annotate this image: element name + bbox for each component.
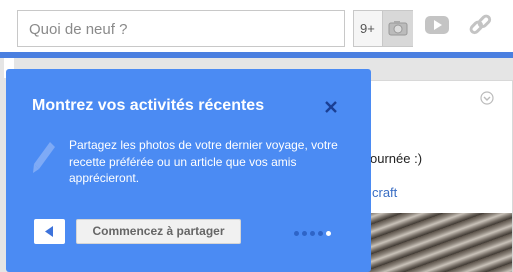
pencil-icon xyxy=(33,142,55,173)
pagination-dot[interactable] xyxy=(302,231,307,236)
camera-icon xyxy=(388,21,408,36)
photo-control[interactable]: 9+ xyxy=(353,10,413,47)
compose-bar: Quoi de neuf ? 9+ xyxy=(0,0,513,58)
accent-bar xyxy=(0,52,513,58)
pagination-dot[interactable] xyxy=(318,231,323,236)
pagination-dot[interactable] xyxy=(294,231,299,236)
post-photo[interactable] xyxy=(362,213,512,272)
count-badge: 9+ xyxy=(360,21,375,36)
panel-title: Montrez vos activités récentes xyxy=(32,97,265,114)
start-sharing-button[interactable]: Commencez à partager xyxy=(76,219,241,244)
link-icon[interactable] xyxy=(467,14,493,38)
compose-placeholder: Quoi de neuf ? xyxy=(29,21,128,38)
camera-button[interactable] xyxy=(382,11,413,46)
previous-button[interactable] xyxy=(34,219,65,244)
post-card: ournée :) craft xyxy=(361,80,513,272)
pagination-dots xyxy=(294,231,331,236)
panel-description: Partagez les photos de votre dernier voy… xyxy=(69,138,338,185)
onboarding-panel: Montrez vos activités récentes Partagez … xyxy=(6,69,371,272)
chevron-down-icon[interactable] xyxy=(480,91,494,105)
youtube-icon[interactable] xyxy=(424,15,450,35)
post-link[interactable]: craft xyxy=(372,185,397,200)
close-icon[interactable] xyxy=(324,100,338,114)
chevron-left-icon xyxy=(45,226,53,237)
compose-input[interactable]: Quoi de neuf ? xyxy=(17,10,345,47)
pagination-dot-active[interactable] xyxy=(326,231,331,236)
pagination-dot[interactable] xyxy=(310,231,315,236)
post-text: ournée :) xyxy=(370,151,423,166)
